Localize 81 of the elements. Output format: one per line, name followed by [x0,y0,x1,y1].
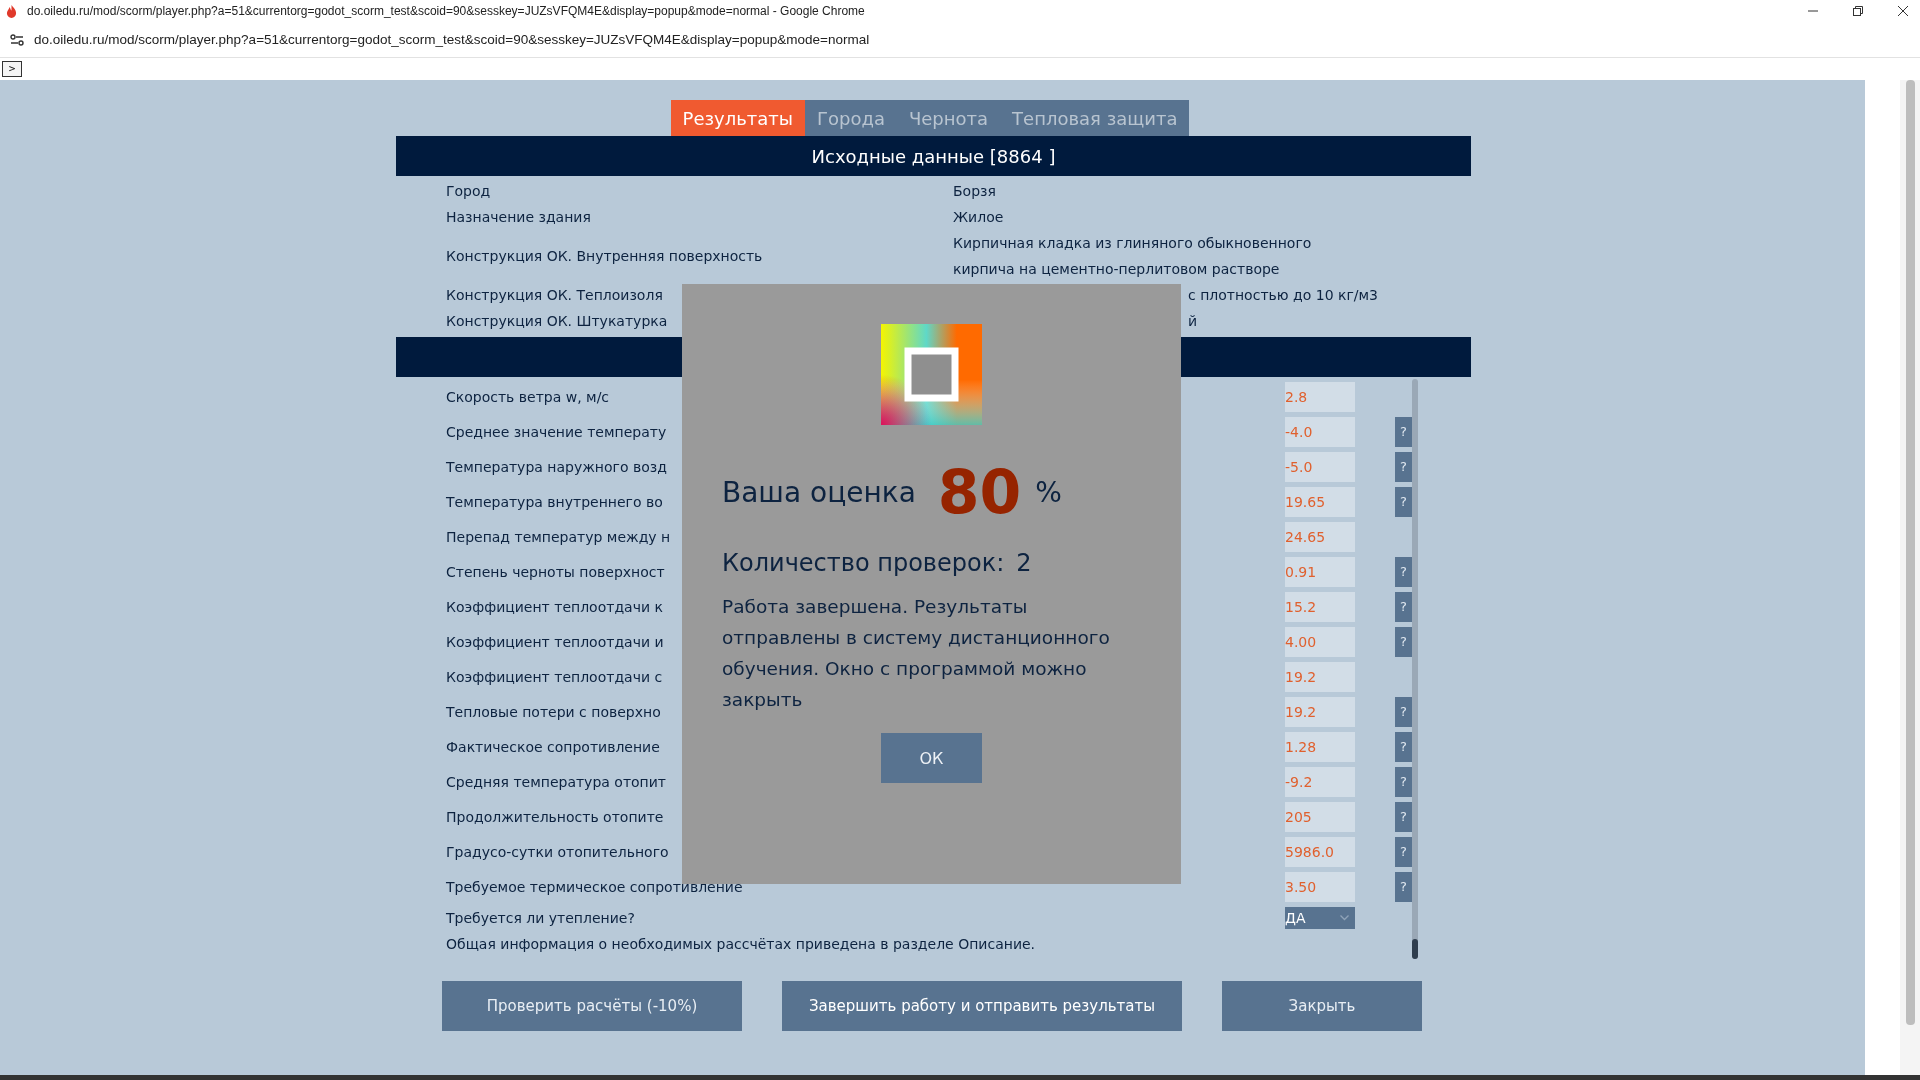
parameter-label: Фактическое сопротивление [446,738,660,755]
value-field[interactable]: 0.91 [1285,556,1355,587]
help-button[interactable]: ? [1395,801,1412,832]
parameter-label: Тепловые потери с поверхно [446,703,661,720]
help-button[interactable]: ? [1395,871,1412,902]
close-icon[interactable] [1898,6,1908,16]
value-field[interactable]: -4.0 [1285,416,1355,447]
page-scrollbar[interactable] [1900,80,1920,1075]
url-text[interactable]: do.oiledu.ru/mod/scorm/player.php?a=51&currentorg=godot_scorm_test&scoid=90&sesskey=JUZsVFQM4E&display=popup&mode=normal [34,32,870,47]
help-button[interactable]: ? [1395,696,1412,727]
info-value: Жилое [953,208,1005,227]
help-button[interactable]: ? [1395,451,1412,482]
site-settings-icon[interactable] [10,33,24,46]
info-value: с плотностью до 10 кг/м3 [1187,286,1379,305]
tab[interactable]: Чернота [896,100,1001,136]
tab[interactable]: Города [805,100,897,136]
parameter-label: Градусо-сутки отопительного [446,843,669,860]
parameter-label: Коэффициент теплоотдачи к [446,598,663,615]
dialog-message: Работа завершена. Результаты отправлены в систему дистанционного обучения. Окно с программой можно закрыть [722,595,1111,712]
value-field[interactable]: -5.0 [1285,451,1355,482]
flame-icon [6,4,17,18]
value-field[interactable]: 205 [1285,801,1355,832]
score-label: Ваша оценка [722,475,916,509]
info-label: Конструкция ОК. Штукатурка [446,312,668,331]
toggle-button[interactable]: > [2,61,22,77]
checks-label: Количество проверок: [722,549,1005,577]
info-value: Борзя [953,182,997,201]
info-value: кирпича на цементно-перлитовом растворе [953,260,1281,279]
restore-icon[interactable] [1853,6,1863,16]
tab[interactable]: Результаты [670,100,806,136]
parameter-label: Температура наружного возд [446,458,667,475]
action-button[interactable]: Закрыть [1222,981,1422,1031]
ok-button[interactable]: ОК [881,733,982,783]
info-label: Назначение здания [446,208,591,227]
help-button[interactable]: ? [1395,836,1412,867]
action-button[interactable]: Завершить работу и отправить результаты [782,981,1182,1031]
percent-sign: % [1035,475,1062,509]
parameter-label: Требуемое термическое сопротивление [446,878,743,895]
info-value: й [1187,312,1199,331]
parameter-label: Требуется ли утепление? [446,909,635,926]
info-label: Конструкция ОК. Внутренняя поверхность [446,247,763,266]
value-field[interactable]: 2.8 [1285,381,1355,412]
info-value: Кирпичная кладка из глиняного обыкновенного [953,234,1313,253]
parameter-label: Среднее значение температу [446,423,667,440]
parameter-label: Температура внутреннего во [446,493,663,510]
note-text: Общая информация о необходимых рассчётах приведена в разделе Описание. [446,935,1037,954]
parameter-label: Продолжительность отопите [446,808,664,825]
value-field[interactable]: 19.2 [1285,661,1355,692]
parameter-label: Средняя температура отопит [446,773,666,790]
scrollbar[interactable] [1412,379,1418,959]
help-button[interactable]: ? [1395,731,1412,762]
parameter-label: Коэффициент теплоотдачи с [446,668,663,685]
value-field[interactable]: 19.2 [1285,696,1355,727]
help-button[interactable]: ? [1395,416,1412,447]
value-field[interactable]: 24.65 [1285,521,1355,552]
help-button[interactable]: ? [1395,486,1412,517]
help-button[interactable]: ? [1395,766,1412,797]
window-title: do.oiledu.ru/mod/scorm/player.php?a=51&currentorg=godot_scorm_test&scoid=90&sesskey=JUZsVFQM4E&display=popup&mode=normal - Google Chrome [27,4,866,18]
parameter-label: Степень черноты поверхност [446,563,665,580]
info-label: Конструкция ОК. Теплоизоля [446,286,663,305]
value-field[interactable]: 4.00 [1285,626,1355,657]
parameter-label: Коэффициент теплоотдачи и [446,633,664,650]
answer-dropdown[interactable]: ДА [1285,906,1355,929]
value-field[interactable]: 19.65 [1285,486,1355,517]
parameter-label: Скорость ветра w, м/с [446,388,610,405]
action-button[interactable]: Проверить расчёты (-10%) [442,981,742,1031]
caret-icon [1340,914,1349,921]
tab[interactable]: Тепловая защита [1000,100,1190,136]
value-field[interactable]: 5986.0 [1285,836,1355,867]
value-field[interactable]: -9.2 [1285,766,1355,797]
section-header: Исходные данные [8864 ] [396,136,1471,176]
parameter-label: Перепад температур между н [446,528,671,545]
value-field[interactable]: 3.50 [1285,871,1355,902]
help-button[interactable]: ? [1395,556,1412,587]
help-button[interactable]: ? [1395,591,1412,622]
score-value: 80 [937,457,1022,527]
value-field[interactable]: 1.28 [1285,731,1355,762]
help-button[interactable]: ? [1395,626,1412,657]
info-label: Город [446,182,491,201]
value-field[interactable]: 15.2 [1285,591,1355,622]
checks-count: 2 [1016,549,1032,577]
